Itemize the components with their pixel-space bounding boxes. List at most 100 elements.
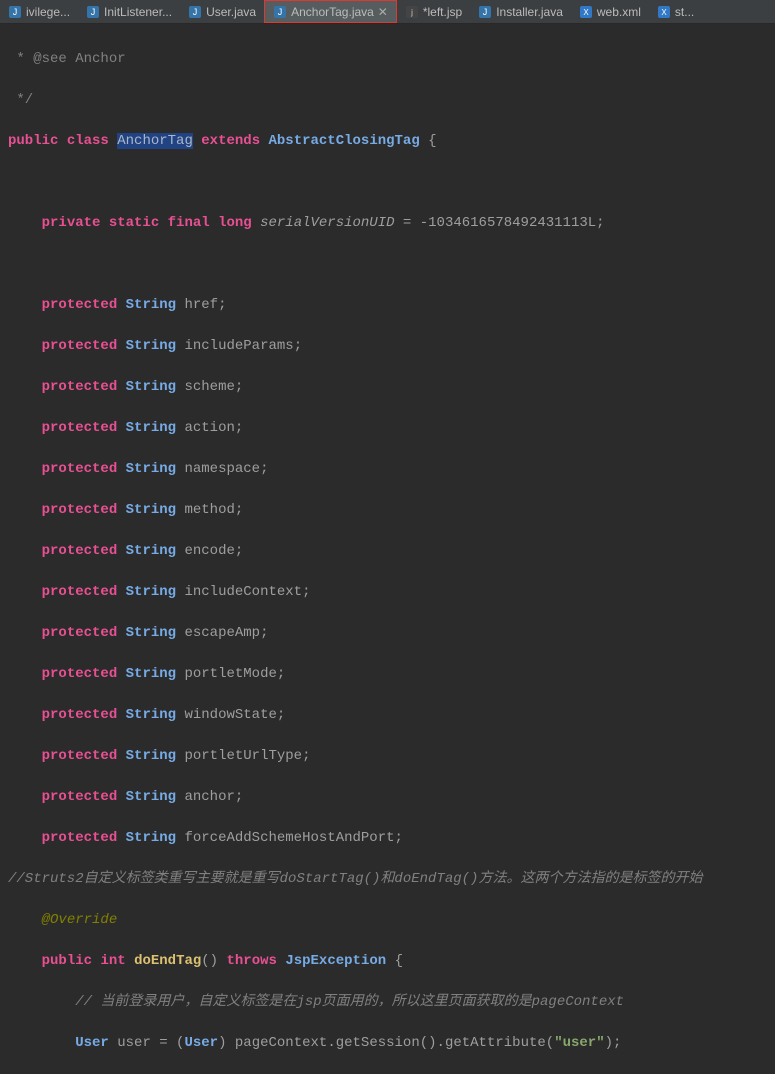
- close-icon[interactable]: ✕: [378, 7, 388, 17]
- tab-anchortag[interactable]: J AnchorTag.java ✕: [264, 0, 397, 23]
- tab-label: ivilege...: [26, 5, 70, 19]
- svg-text:j: j: [410, 8, 413, 17]
- var-pagecontext: pageContext: [235, 1035, 327, 1051]
- method-getattribute: getAttribute: [445, 1035, 546, 1051]
- type-string: String: [126, 789, 176, 805]
- type-string: String: [126, 338, 176, 354]
- svg-text:J: J: [91, 7, 96, 17]
- svg-text:X: X: [583, 8, 589, 17]
- field-portletmode: portletMode: [184, 666, 276, 682]
- java-icon: J: [273, 5, 287, 19]
- field-portleturltype: portletUrlType: [184, 748, 302, 764]
- tab-webxml[interactable]: X web.xml: [571, 0, 649, 23]
- type-string: String: [126, 297, 176, 313]
- jsp-icon: j: [405, 5, 419, 19]
- class-name: AnchorTag: [117, 133, 193, 149]
- javadoc: * @see Anchor: [8, 51, 126, 67]
- type-user: User: [184, 1035, 218, 1051]
- tab-installer[interactable]: J Installer.java: [470, 0, 571, 23]
- type-string: String: [126, 666, 176, 682]
- tab-label: InitListener...: [104, 5, 172, 19]
- svu-value: -1034616578492431113L: [420, 215, 596, 231]
- tab-label: *left.jsp: [423, 5, 462, 19]
- kw-protected: protected: [42, 748, 118, 764]
- xml-icon: X: [579, 5, 593, 19]
- kw-final: final: [168, 215, 210, 231]
- super-class: AbstractClosingTag: [269, 133, 420, 149]
- tab-user[interactable]: J User.java: [180, 0, 264, 23]
- kw-private: private: [42, 215, 101, 231]
- xml-icon: X: [657, 5, 671, 19]
- field-encode: encode: [184, 543, 234, 559]
- field-anchor: anchor: [184, 789, 234, 805]
- kw-protected: protected: [42, 666, 118, 682]
- field-forceaddschemehostandport: forceAddSchemeHostAndPort: [184, 830, 394, 846]
- svg-text:J: J: [13, 7, 18, 17]
- code-editor[interactable]: * @see Anchor */ public class AnchorTag …: [0, 24, 775, 1074]
- kw-protected: protected: [42, 420, 118, 436]
- javadoc-end: */: [8, 92, 33, 108]
- type-string: String: [126, 502, 176, 518]
- type-string: String: [126, 461, 176, 477]
- field-escapeamp: escapeAmp: [184, 625, 260, 641]
- tab-label: AnchorTag.java: [291, 5, 374, 19]
- field-serialversionuid: serialVersionUID: [260, 215, 394, 231]
- field-method: method: [184, 502, 234, 518]
- annotation-override: @Override: [42, 912, 118, 928]
- type-string: String: [126, 707, 176, 723]
- method-doendtag: doEndTag: [134, 953, 201, 969]
- field-href: href: [184, 297, 218, 313]
- type-string: String: [126, 420, 176, 436]
- var-user: user: [117, 1035, 151, 1051]
- type-string: String: [126, 748, 176, 764]
- string-user: "user": [554, 1035, 604, 1051]
- kw-int: int: [100, 953, 125, 969]
- kw-protected: protected: [42, 543, 118, 559]
- tab-ivilege[interactable]: J ivilege...: [0, 0, 78, 23]
- field-scheme: scheme: [184, 379, 234, 395]
- tab-label: User.java: [206, 5, 256, 19]
- kw-protected: protected: [42, 297, 118, 313]
- kw-public: public: [8, 133, 58, 149]
- field-includeparams: includeParams: [184, 338, 293, 354]
- tab-label: st...: [675, 5, 694, 19]
- java-icon: J: [478, 5, 492, 19]
- field-windowstate: windowState: [184, 707, 276, 723]
- tab-label: Installer.java: [496, 5, 563, 19]
- kw-long: long: [218, 215, 252, 231]
- field-includecontext: includeContext: [184, 584, 302, 600]
- tab-label: web.xml: [597, 5, 641, 19]
- svg-text:J: J: [483, 7, 488, 17]
- type-user: User: [75, 1035, 109, 1051]
- type-jspexception: JspException: [285, 953, 386, 969]
- comment-currentuser: // 当前登录用户，自定义标签是在jsp页面用的，所以这里页面获取的是pageC…: [75, 994, 624, 1010]
- kw-protected: protected: [42, 830, 118, 846]
- type-string: String: [126, 379, 176, 395]
- kw-protected: protected: [42, 502, 118, 518]
- tab-initlistener[interactable]: J InitListener...: [78, 0, 180, 23]
- type-string: String: [126, 543, 176, 559]
- type-string: String: [126, 584, 176, 600]
- kw-throws: throws: [227, 953, 277, 969]
- kw-protected: protected: [42, 625, 118, 641]
- selection: AnchorTag: [117, 133, 193, 149]
- kw-protected: protected: [42, 379, 118, 395]
- field-namespace: namespace: [184, 461, 260, 477]
- tab-leftjsp[interactable]: j *left.jsp: [397, 0, 470, 23]
- svg-text:J: J: [278, 7, 283, 17]
- field-action: action: [184, 420, 234, 436]
- svg-text:X: X: [661, 8, 667, 17]
- java-icon: J: [86, 5, 100, 19]
- type-string: String: [126, 625, 176, 641]
- kw-extends: extends: [201, 133, 260, 149]
- kw-static: static: [109, 215, 159, 231]
- kw-protected: protected: [42, 338, 118, 354]
- kw-public: public: [42, 953, 92, 969]
- type-string: String: [126, 830, 176, 846]
- java-icon: J: [8, 5, 22, 19]
- tab-st[interactable]: X st...: [649, 0, 702, 23]
- kw-protected: protected: [42, 584, 118, 600]
- svg-text:J: J: [193, 7, 198, 17]
- comment-struts2: //Struts2自定义标签类重写主要就是重写doStartTag()和doEn…: [8, 871, 702, 887]
- method-getsession: getSession: [336, 1035, 420, 1051]
